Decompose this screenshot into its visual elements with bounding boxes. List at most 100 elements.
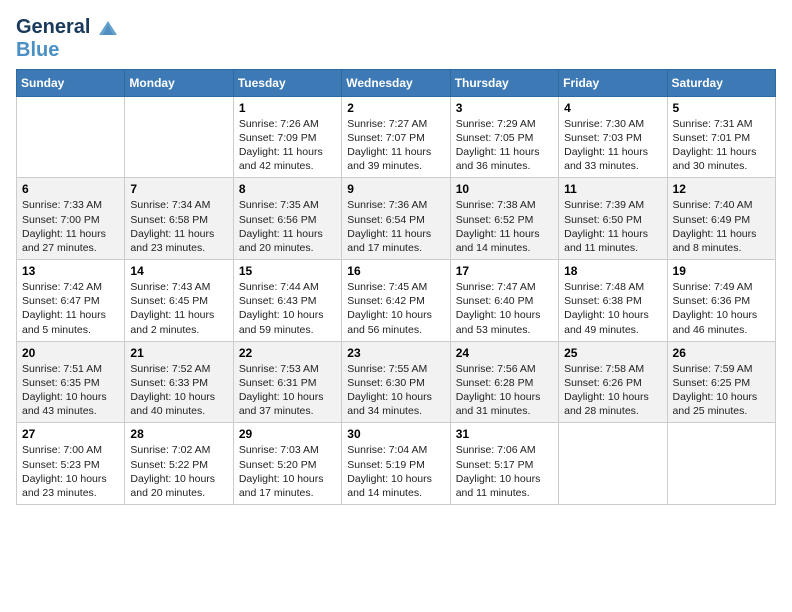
- calendar-cell: 13Sunrise: 7:42 AM Sunset: 6:47 PM Dayli…: [17, 260, 125, 342]
- calendar-cell: 18 Sunrise: 7:48 AM Sunset: 6:38 PM Dayli…: [559, 260, 667, 342]
- week-row-3: 13Sunrise: 7:42 AM Sunset: 6:47 PM Dayli…: [17, 260, 776, 342]
- day-number: 6: [22, 182, 119, 196]
- calendar-cell: 1Sunrise: 7:26 AM Sunset: 7:09 PM Daylig…: [233, 96, 341, 178]
- calendar-cell: 16 Sunrise: 7:45 AM Sunset: 6:42 PM Dayli…: [342, 260, 450, 342]
- calendar-cell: 4Sunrise: 7:30 AM Sunset: 7:03 PM Daylig…: [559, 96, 667, 178]
- calendar-cell: 24 Sunrise: 7:56 AM Sunset: 6:28 PM Dayli…: [450, 341, 558, 423]
- day-number: 24: [456, 346, 553, 360]
- day-info: Sunrise: 7:45 AM Sunset: 6:42 PM Dayligh…: [347, 280, 444, 337]
- day-number: 21: [130, 346, 227, 360]
- day-info: Sunrise: 7:43 AM Sunset: 6:45 PM Dayligh…: [130, 280, 227, 337]
- calendar-cell: 30 Sunrise: 7:04 AM Sunset: 5:19 PM Dayli…: [342, 423, 450, 505]
- day-number: 1: [239, 101, 336, 115]
- week-row-2: 6 Sunrise: 7:33 AM Sunset: 7:00 PM Daylig…: [17, 178, 776, 260]
- logo: General Blue: [16, 16, 119, 61]
- day-info: Sunrise: 7:36 AM Sunset: 6:54 PM Dayligh…: [347, 198, 444, 255]
- calendar-cell: 22 Sunrise: 7:53 AM Sunset: 6:31 PM Dayli…: [233, 341, 341, 423]
- calendar-cell: 14 Sunrise: 7:43 AM Sunset: 6:45 PM Dayli…: [125, 260, 233, 342]
- day-info: Sunrise: 7:31 AM Sunset: 7:01 PM Dayligh…: [673, 117, 770, 174]
- day-info: Sunrise: 7:35 AM Sunset: 6:56 PM Dayligh…: [239, 198, 336, 255]
- day-number: 3: [456, 101, 553, 115]
- day-info: Sunrise: 7:38 AM Sunset: 6:52 PM Dayligh…: [456, 198, 553, 255]
- day-number: 18: [564, 264, 661, 278]
- weekday-header-thursday: Thursday: [450, 69, 558, 96]
- day-number: 8: [239, 182, 336, 196]
- day-info: Sunrise: 7:00 AM Sunset: 5:23 PM Dayligh…: [22, 443, 119, 500]
- logo-text: General Blue: [16, 16, 119, 61]
- day-info: Sunrise: 7:53 AM Sunset: 6:31 PM Dayligh…: [239, 362, 336, 419]
- calendar-cell: 27 Sunrise: 7:00 AM Sunset: 5:23 PM Dayli…: [17, 423, 125, 505]
- day-number: 23: [347, 346, 444, 360]
- calendar-cell: 21 Sunrise: 7:52 AM Sunset: 6:33 PM Dayli…: [125, 341, 233, 423]
- calendar-cell: 7Sunrise: 7:34 AM Sunset: 6:58 PM Daylig…: [125, 178, 233, 260]
- calendar-cell: [667, 423, 775, 505]
- day-info: Sunrise: 7:04 AM Sunset: 5:19 PM Dayligh…: [347, 443, 444, 500]
- day-number: 16: [347, 264, 444, 278]
- day-number: 19: [673, 264, 770, 278]
- day-info: Sunrise: 7:06 AM Sunset: 5:17 PM Dayligh…: [456, 443, 553, 500]
- calendar-cell: 3 Sunrise: 7:29 AM Sunset: 7:05 PM Daylig…: [450, 96, 558, 178]
- day-info: Sunrise: 7:40 AM Sunset: 6:49 PM Dayligh…: [673, 198, 770, 255]
- calendar-cell: 15 Sunrise: 7:44 AM Sunset: 6:43 PM Dayli…: [233, 260, 341, 342]
- day-number: 14: [130, 264, 227, 278]
- day-number: 5: [673, 101, 770, 115]
- calendar-cell: 25 Sunrise: 7:58 AM Sunset: 6:26 PM Dayli…: [559, 341, 667, 423]
- day-info: Sunrise: 7:30 AM Sunset: 7:03 PM Dayligh…: [564, 117, 661, 174]
- day-number: 20: [22, 346, 119, 360]
- day-number: 26: [673, 346, 770, 360]
- weekday-header-wednesday: Wednesday: [342, 69, 450, 96]
- day-info: Sunrise: 7:51 AM Sunset: 6:35 PM Dayligh…: [22, 362, 119, 419]
- calendar-cell: 29 Sunrise: 7:03 AM Sunset: 5:20 PM Dayli…: [233, 423, 341, 505]
- calendar-cell: 5 Sunrise: 7:31 AM Sunset: 7:01 PM Daylig…: [667, 96, 775, 178]
- calendar-cell: [559, 423, 667, 505]
- day-number: 27: [22, 427, 119, 441]
- day-info: Sunrise: 7:55 AM Sunset: 6:30 PM Dayligh…: [347, 362, 444, 419]
- day-info: Sunrise: 7:48 AM Sunset: 6:38 PM Dayligh…: [564, 280, 661, 337]
- day-number: 15: [239, 264, 336, 278]
- calendar-cell: 23 Sunrise: 7:55 AM Sunset: 6:30 PM Dayli…: [342, 341, 450, 423]
- day-info: Sunrise: 7:52 AM Sunset: 6:33 PM Dayligh…: [130, 362, 227, 419]
- calendar-cell: 9 Sunrise: 7:36 AM Sunset: 6:54 PM Daylig…: [342, 178, 450, 260]
- calendar-cell: 17 Sunrise: 7:47 AM Sunset: 6:40 PM Dayli…: [450, 260, 558, 342]
- calendar-cell: 10 Sunrise: 7:38 AM Sunset: 6:52 PM Dayli…: [450, 178, 558, 260]
- page-header: General Blue: [16, 16, 776, 61]
- calendar-cell: 28 Sunrise: 7:02 AM Sunset: 5:22 PM Dayli…: [125, 423, 233, 505]
- day-number: 30: [347, 427, 444, 441]
- day-info: Sunrise: 7:33 AM Sunset: 7:00 PM Dayligh…: [22, 198, 119, 255]
- weekday-header-friday: Friday: [559, 69, 667, 96]
- calendar-cell: 20 Sunrise: 7:51 AM Sunset: 6:35 PM Dayli…: [17, 341, 125, 423]
- day-number: 9: [347, 182, 444, 196]
- weekday-header-row: SundayMondayTuesdayWednesdayThursdayFrid…: [17, 69, 776, 96]
- day-number: 10: [456, 182, 553, 196]
- day-info: Sunrise: 7:02 AM Sunset: 5:22 PM Dayligh…: [130, 443, 227, 500]
- day-number: 28: [130, 427, 227, 441]
- day-number: 12: [673, 182, 770, 196]
- day-info: Sunrise: 7:03 AM Sunset: 5:20 PM Dayligh…: [239, 443, 336, 500]
- day-number: 31: [456, 427, 553, 441]
- day-info: Sunrise: 7:27 AM Sunset: 7:07 PM Dayligh…: [347, 117, 444, 174]
- calendar-cell: 19Sunrise: 7:49 AM Sunset: 6:36 PM Dayli…: [667, 260, 775, 342]
- day-info: Sunrise: 7:56 AM Sunset: 6:28 PM Dayligh…: [456, 362, 553, 419]
- day-number: 13: [22, 264, 119, 278]
- weekday-header-tuesday: Tuesday: [233, 69, 341, 96]
- day-number: 11: [564, 182, 661, 196]
- day-number: 17: [456, 264, 553, 278]
- weekday-header-sunday: Sunday: [17, 69, 125, 96]
- day-info: Sunrise: 7:29 AM Sunset: 7:05 PM Dayligh…: [456, 117, 553, 174]
- weekday-header-saturday: Saturday: [667, 69, 775, 96]
- day-number: 29: [239, 427, 336, 441]
- day-number: 25: [564, 346, 661, 360]
- day-info: Sunrise: 7:34 AM Sunset: 6:58 PM Dayligh…: [130, 198, 227, 255]
- calendar-cell: 26Sunrise: 7:59 AM Sunset: 6:25 PM Dayli…: [667, 341, 775, 423]
- calendar-cell: [17, 96, 125, 178]
- day-info: Sunrise: 7:44 AM Sunset: 6:43 PM Dayligh…: [239, 280, 336, 337]
- calendar-cell: 2Sunrise: 7:27 AM Sunset: 7:07 PM Daylig…: [342, 96, 450, 178]
- calendar-cell: 11Sunrise: 7:39 AM Sunset: 6:50 PM Dayli…: [559, 178, 667, 260]
- day-info: Sunrise: 7:58 AM Sunset: 6:26 PM Dayligh…: [564, 362, 661, 419]
- calendar-cell: 12 Sunrise: 7:40 AM Sunset: 6:49 PM Dayli…: [667, 178, 775, 260]
- weekday-header-monday: Monday: [125, 69, 233, 96]
- calendar-table: SundayMondayTuesdayWednesdayThursdayFrid…: [16, 69, 776, 505]
- day-number: 22: [239, 346, 336, 360]
- calendar-cell: [125, 96, 233, 178]
- day-info: Sunrise: 7:47 AM Sunset: 6:40 PM Dayligh…: [456, 280, 553, 337]
